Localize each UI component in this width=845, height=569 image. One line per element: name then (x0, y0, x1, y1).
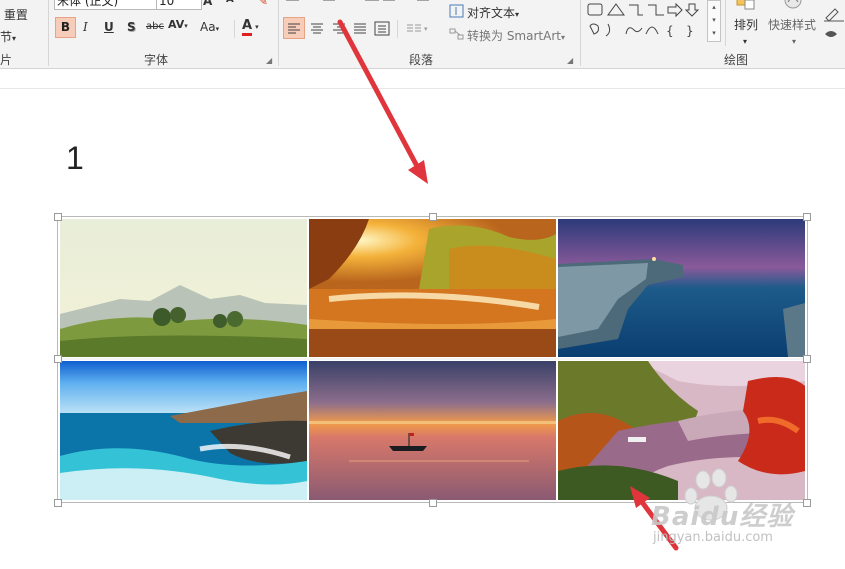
more-icon: ▾ (712, 29, 716, 37)
justify-icon[interactable] (350, 18, 370, 38)
chevron-down-icon: ▾ (712, 16, 716, 24)
shadow-button[interactable]: S (127, 20, 136, 34)
bold-button[interactable]: B (55, 17, 76, 38)
change-case-button[interactable]: Aa▾ (200, 20, 219, 34)
photo-blue-cliffs[interactable] (558, 219, 805, 357)
chevron-down-icon: ▾ (515, 10, 520, 19)
smartart-icon (449, 28, 464, 40)
rounded-rect-shape-icon (587, 3, 603, 16)
dialog-launcher-icon[interactable]: ◢ (266, 56, 272, 65)
shrink-font-icon[interactable]: A (226, 0, 234, 5)
font-name-combo[interactable]: 宋体 (正文) (54, 0, 157, 10)
chevron-down-icon: ▾ (743, 37, 748, 46)
svg-text:▾: ▾ (424, 25, 428, 33)
photo-sunset-boat[interactable] (309, 361, 556, 500)
shapes-gallery[interactable]: { } (586, 0, 710, 44)
resize-handle-right[interactable] (803, 355, 811, 363)
arrange-icon (736, 0, 755, 10)
section-button[interactable]: 节▾ (0, 28, 16, 45)
right-arrow-shape-icon (667, 2, 683, 18)
resize-handle-bottom-left[interactable] (54, 499, 62, 507)
resize-handle-top[interactable] (429, 213, 437, 221)
chevron-down-icon: ▾ (12, 34, 17, 43)
grow-font-icon[interactable]: A (203, 0, 212, 8)
divider (278, 0, 279, 66)
curve-shape-icon (605, 23, 611, 37)
resize-handle-top-left[interactable] (54, 213, 62, 221)
photo-meadow-mountains[interactable] (60, 219, 307, 357)
group-label-drawing: 绘图 (724, 53, 749, 67)
group-label-font: 字体 (144, 53, 169, 67)
underline-button[interactable]: U (104, 20, 114, 34)
divider (397, 20, 398, 38)
shape-fill-outline-icons[interactable] (822, 4, 845, 44)
font-color-button[interactable]: A ▾ (242, 18, 259, 36)
divider (580, 0, 581, 66)
font-size-combo[interactable]: 10 (156, 0, 202, 10)
align-text-button[interactable]: 对齐文本▾ (467, 4, 519, 21)
down-arrow-shape-icon (684, 3, 700, 17)
align-left-icon (288, 23, 300, 34)
shapes-gallery-scroll[interactable]: ▴ ▾ ▾ (707, 0, 721, 42)
divider (234, 20, 235, 38)
quick-styles-icon (784, 0, 802, 9)
sunset-boat-image (309, 361, 556, 500)
chevron-up-icon: ▴ (712, 3, 716, 11)
svg-text:}: } (686, 24, 694, 38)
resize-handle-top-right[interactable] (803, 213, 811, 221)
resize-handle-bottom[interactable] (429, 499, 437, 507)
clear-format-icon[interactable]: ✎ (258, 0, 268, 8)
chevron-down-icon: ▾ (792, 37, 797, 46)
slide-number-text[interactable]: 1 (66, 140, 84, 177)
watermark-url: jingyan.baidu.com (653, 530, 773, 545)
slide-top-edge (0, 88, 845, 89)
quick-styles-button[interactable]: 快速样式 ▾ (768, 16, 816, 47)
elbow-arrow-icon (648, 4, 664, 16)
blue-cliffs-image (558, 219, 805, 357)
photo-sea-waves[interactable] (60, 361, 307, 500)
scribble-shape-icon (625, 27, 643, 35)
divider (725, 0, 726, 46)
triangle-shape-icon (607, 3, 625, 16)
align-text-icon (449, 4, 464, 18)
ribbon: 重置 节▾ 片 宋体 (正文) 10 A A ✎ B I U S abc AV▾… (0, 0, 845, 69)
photo-autumn-lake[interactable] (309, 219, 556, 357)
convert-to-smartart-button[interactable]: 转换为 SmartArt▾ (467, 27, 565, 44)
align-center-icon[interactable] (307, 18, 327, 38)
char-spacing-button[interactable]: AV▾ (168, 18, 188, 31)
divider (48, 0, 49, 66)
baidu-watermark: Baidu经验 jingyan.baidu.com (651, 468, 811, 558)
reset-button[interactable]: 重置 (0, 6, 28, 23)
chevron-down-icon: ▾ (255, 23, 259, 31)
align-right-icon[interactable] (329, 18, 349, 38)
italic-button[interactable]: I (83, 20, 88, 34)
chevron-down-icon: ▾ (560, 33, 565, 42)
columns-icon[interactable]: ▾ (404, 18, 430, 38)
arc-shape-icon (645, 26, 659, 35)
distribute-icon[interactable] (372, 18, 392, 38)
watermark-brand: Baidu经验 (651, 502, 794, 532)
sea-waves-image (60, 361, 307, 500)
svg-text:{: { (666, 24, 674, 38)
arrange-button[interactable]: 排列 ▾ (734, 16, 758, 47)
chevron-down-icon: ▾ (215, 25, 220, 33)
align-left-button[interactable] (283, 17, 305, 39)
strikethrough-button[interactable]: abc (146, 21, 164, 32)
chevron-down-icon: ▾ (184, 22, 188, 30)
group-label-paragraph: 段落 (409, 53, 434, 67)
freeform-shape-icon (589, 23, 599, 35)
resize-handle-left[interactable] (54, 355, 62, 363)
dialog-launcher-icon[interactable]: ◢ (567, 56, 573, 65)
collage-row-divider (60, 358, 805, 360)
meadow-mountains-image (60, 219, 307, 357)
autumn-lake-image (309, 219, 556, 357)
list-buttons-row (286, 0, 429, 1)
elbow-connector-icon (629, 4, 643, 16)
group-label-slides: 片 (0, 53, 13, 67)
